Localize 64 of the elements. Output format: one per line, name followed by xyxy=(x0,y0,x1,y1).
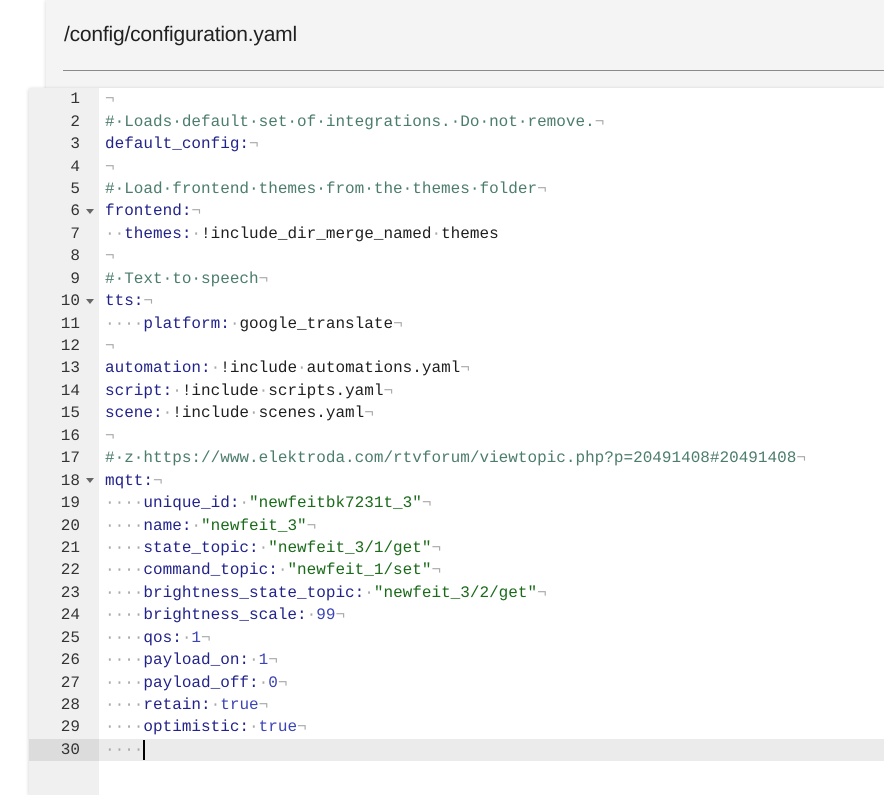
line-number: 6 xyxy=(70,202,80,220)
code-line: scene:·!include·scenes.yaml¬ xyxy=(105,404,374,422)
line-number: 23 xyxy=(60,584,80,602)
line-number: 11 xyxy=(60,314,80,333)
code-line: ····qos:·1¬ xyxy=(105,628,211,647)
line-number: 28 xyxy=(60,696,80,714)
code-line: ····state_topic:·"newfeit_3/1/get"¬ xyxy=(105,538,442,557)
code-line: tts:¬ xyxy=(105,292,154,310)
code-line: ····command_topic:·"newfeit_1/set"¬ xyxy=(105,561,442,580)
line-number: 15 xyxy=(60,404,80,422)
line-number: 17 xyxy=(60,449,80,468)
code-line: ····payload_off:·0¬ xyxy=(105,674,288,692)
line-number: 5 xyxy=(70,180,80,198)
code-line: ···· xyxy=(105,740,144,759)
line-number: 7 xyxy=(70,224,80,243)
code-line: ····payload_on:·1¬ xyxy=(105,651,278,670)
code-line: ····unique_id:·"newfeitbk7231t_3"¬ xyxy=(105,494,432,512)
code-line: #·Loads·default·set·of·integrations.·Do·not·remove.¬ xyxy=(105,112,604,131)
line-number: 27 xyxy=(60,674,80,692)
line-number: 24 xyxy=(60,606,80,624)
code-line: script:·!include·scripts.yaml¬ xyxy=(105,382,394,400)
line-number: 10 xyxy=(60,292,80,310)
fold-caret-icon[interactable] xyxy=(86,298,94,304)
line-number: 25 xyxy=(60,628,80,647)
line-number: 12 xyxy=(60,337,80,356)
line-number: 21 xyxy=(60,538,80,557)
line-number: 20 xyxy=(60,516,80,535)
code-line: ¬ xyxy=(105,247,115,266)
code-line: ¬ xyxy=(105,90,115,108)
code-line: ¬ xyxy=(105,337,115,356)
line-number: 3 xyxy=(70,135,80,154)
code-line: ¬ xyxy=(105,426,115,445)
line-number: 18 xyxy=(60,472,80,490)
code-line: mqtt:¬ xyxy=(105,472,163,490)
code-line: ····name:·"newfeit_3"¬ xyxy=(105,516,316,535)
code-line: #·Text·to·speech¬ xyxy=(105,270,268,288)
line-number: 8 xyxy=(70,247,80,266)
fold-caret-icon[interactable] xyxy=(86,478,94,484)
line-number: 16 xyxy=(60,426,80,445)
file-title: /config/configuration.yaml xyxy=(63,23,297,47)
code-line: #·z·https://www.elektroda.com/rtvforum/viewtopic.php?p=20491408#20491408¬ xyxy=(105,449,806,468)
line-number: 29 xyxy=(60,718,80,736)
line-number: 26 xyxy=(60,651,80,670)
code-line: frontend:¬ xyxy=(105,202,202,220)
code-line: default_config:¬ xyxy=(105,135,259,154)
code-line: ····brightness_state_topic:·"newfeit_3/2/get"¬ xyxy=(105,584,547,602)
code-line: #·Load·frontend·themes·from·the·themes·folder¬ xyxy=(105,180,547,198)
code-line: ····platform:·google_translate¬ xyxy=(105,314,403,333)
line-number: 19 xyxy=(60,494,80,512)
line-number: 22 xyxy=(60,561,80,580)
code-line: ··themes:·!include_dir_merge_named·themes xyxy=(105,224,499,243)
code-line: ····optimistic:·true¬ xyxy=(105,718,307,736)
code-line: ····retain:·true¬ xyxy=(105,696,268,714)
line-number: 9 xyxy=(70,270,80,288)
line-number: 2 xyxy=(70,112,80,131)
line-number: 13 xyxy=(60,359,80,378)
fold-caret-icon[interactable] xyxy=(86,208,94,214)
line-number: 1 xyxy=(70,90,80,108)
line-number: 14 xyxy=(60,382,80,400)
code-line: automation:·!include·automations.yaml¬ xyxy=(105,359,470,378)
line-number: 4 xyxy=(70,158,80,176)
code-line: ····brightness_scale:·99¬ xyxy=(105,606,346,624)
line-number: 30 xyxy=(60,740,80,759)
code-line: ¬ xyxy=(105,158,115,176)
